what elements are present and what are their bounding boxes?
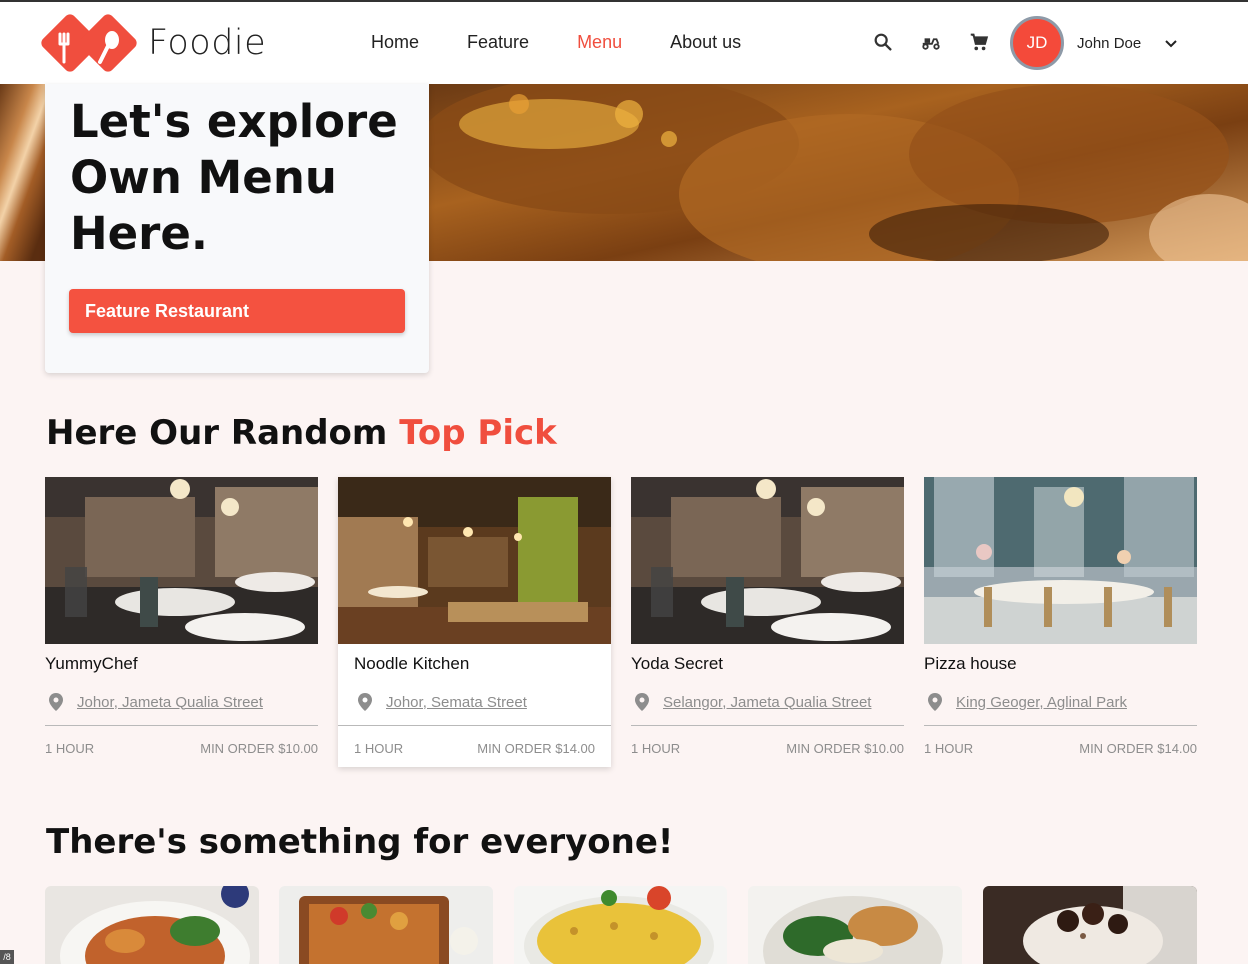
restaurant-image[interactable] <box>338 477 611 644</box>
min-order: MIN ORDER $10.00 <box>200 741 318 756</box>
nav-feature[interactable]: Feature <box>467 32 529 53</box>
restaurant-location-link[interactable]: Selangor, Jameta Qualia Street <box>663 694 871 711</box>
location-pin-icon <box>358 693 372 711</box>
everyone-heading: There's something for everyone! <box>46 822 674 862</box>
nav-about-us[interactable]: About us <box>670 32 741 53</box>
delivery-time: 1 HOUR <box>924 741 974 756</box>
food-card-image[interactable] <box>983 886 1197 964</box>
main-nav: Home Feature Menu About us <box>371 32 789 53</box>
card-divider <box>924 725 1197 726</box>
restaurant-location-link[interactable]: King Geoger, Aglinal Park <box>956 694 1127 711</box>
min-order: MIN ORDER $14.00 <box>477 741 595 756</box>
restaurant-location-link[interactable]: Johor, Jameta Qualia Street <box>77 694 263 711</box>
feature-restaurant-button[interactable]: Feature Restaurant <box>69 289 405 333</box>
restaurant-name: Noodle Kitchen <box>354 654 470 673</box>
min-order: MIN ORDER $14.00 <box>1079 741 1197 756</box>
site-header: Foodie Home Feature Menu About us JD Joh… <box>0 2 1248 84</box>
foodie-logo-icon <box>41 14 137 72</box>
food-card-image[interactable] <box>279 886 493 964</box>
restaurant-image[interactable] <box>924 477 1197 644</box>
hero-image-left <box>0 84 48 261</box>
food-card-image[interactable] <box>748 886 962 964</box>
brand-logo[interactable]: Foodie <box>40 12 266 74</box>
restaurant-location: King Geoger, Aglinal Park <box>928 693 1127 711</box>
location-pin-icon <box>49 693 63 711</box>
user-avatar[interactable]: JD <box>1010 16 1064 70</box>
location-pin-icon <box>635 693 649 711</box>
restaurant-card[interactable]: YummyChef Johor, Jameta Qualia Street 1 … <box>45 477 318 767</box>
restaurant-image[interactable] <box>45 477 318 644</box>
restaurant-name: YummyChef <box>45 654 138 673</box>
nav-home[interactable]: Home <box>371 32 419 53</box>
food-card-image[interactable] <box>514 886 727 964</box>
hero-card: Let's explore Own Menu Here. Feature Res… <box>45 84 429 373</box>
restaurant-location-link[interactable]: Johor, Semata Street <box>386 694 527 711</box>
restaurant-location: Selangor, Jameta Qualia Street <box>635 693 871 711</box>
card-divider <box>631 725 904 726</box>
brand-name: Foodie <box>148 23 267 63</box>
chevron-down-icon[interactable] <box>1163 36 1179 52</box>
restaurant-location: Johor, Semata Street <box>358 693 527 711</box>
top-pick-heading-prefix: Here Our Random <box>46 413 400 453</box>
restaurant-card[interactable]: Noodle Kitchen Johor, Semata Street 1 HO… <box>338 477 611 767</box>
hero-title: Let's explore Own Menu Here. <box>70 95 398 260</box>
delivery-time: 1 HOUR <box>631 741 681 756</box>
delivery-scooter-icon[interactable] <box>920 31 942 53</box>
cart-icon[interactable] <box>968 31 990 53</box>
nav-menu[interactable]: Menu <box>577 32 622 53</box>
restaurant-list: YummyChef Johor, Jameta Qualia Street 1 … <box>45 477 1197 767</box>
restaurant-name: Pizza house <box>924 654 1017 673</box>
hero-food-image <box>429 84 1248 261</box>
corner-tag: /8 <box>0 950 14 964</box>
delivery-time: 1 HOUR <box>45 741 95 756</box>
top-pick-heading: Here Our Random Top Pick <box>46 413 557 453</box>
card-divider <box>338 725 611 726</box>
restaurant-location: Johor, Jameta Qualia Street <box>49 693 263 711</box>
card-divider <box>45 725 318 726</box>
restaurant-card[interactable]: Yoda Secret Selangor, Jameta Qualia Stre… <box>631 477 904 767</box>
restaurant-image[interactable] <box>631 477 904 644</box>
top-pick-heading-accent: Top Pick <box>399 413 557 453</box>
restaurant-name: Yoda Secret <box>631 654 723 673</box>
user-name[interactable]: John Doe <box>1077 35 1141 52</box>
delivery-time: 1 HOUR <box>354 741 404 756</box>
search-icon[interactable] <box>872 31 894 53</box>
food-card-image[interactable] <box>45 886 259 964</box>
min-order: MIN ORDER $10.00 <box>786 741 904 756</box>
location-pin-icon <box>928 693 942 711</box>
restaurant-card[interactable]: Pizza house King Geoger, Aglinal Park 1 … <box>924 477 1197 767</box>
header-actions <box>872 31 990 53</box>
